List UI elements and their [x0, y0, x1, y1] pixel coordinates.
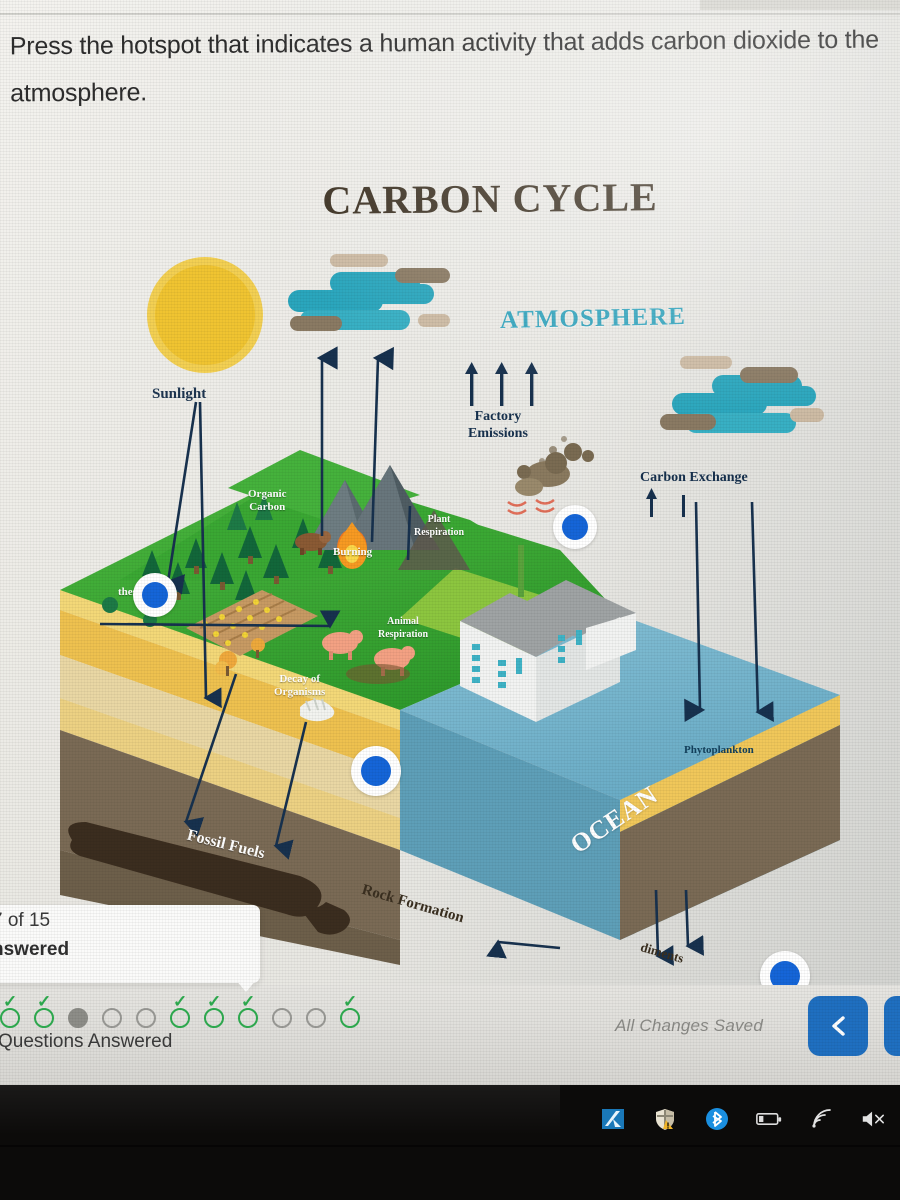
check-icon: ✓: [207, 992, 222, 1011]
label-decay-of-organisms: Decay of Organisms: [274, 673, 325, 699]
progress-dot-circle: [306, 1008, 326, 1028]
sun-icon: [155, 265, 255, 365]
plant-resp-line-1: Plant: [427, 514, 451, 525]
progress-dot-circle: [238, 1008, 258, 1028]
carbon-exchange-arrows: [646, 488, 685, 517]
progress-dot[interactable]: [102, 998, 124, 1028]
factory-line-2: Emissions: [468, 426, 528, 441]
label-phytoplankton: Phytoplankton: [684, 744, 754, 756]
label-atmosphere: ATMOSPHERE: [499, 303, 687, 334]
taskbar-highlight: [0, 1085, 560, 1135]
cloud-right: [660, 356, 824, 433]
decay-line-2: Organisms: [274, 686, 326, 698]
question-prompt: Press the hotspot that indicates a human…: [9, 25, 879, 108]
popover-tail: [235, 979, 257, 992]
progress-dot[interactable]: [136, 998, 158, 1028]
progress-dot[interactable]: ✓: [204, 992, 226, 1028]
progress-dot[interactable]: ✓: [238, 992, 260, 1028]
progress-dot[interactable]: ✓: [170, 992, 192, 1028]
organic-line-1: Organic: [248, 488, 287, 500]
progress-dot[interactable]: ✓: [340, 992, 362, 1028]
volume-muted-icon[interactable]: [860, 1106, 886, 1132]
shield-warning-icon[interactable]: [652, 1106, 678, 1132]
label-carbon-exchange: Carbon Exchange: [640, 470, 748, 485]
label-factory-emissions: Factory Emissions: [468, 408, 528, 442]
carbon-cycle-diagram: CARBON CYCLE ATMOSPHERE Sunlight Carbon …: [0, 150, 900, 1001]
diagram-artwork: [60, 254, 840, 966]
progress-dots: ✓ ✓ ✓ ✓ ✓ ✓: [0, 992, 362, 1031]
decay-line-1: Decay of: [279, 673, 320, 685]
wifi-icon[interactable]: [808, 1106, 834, 1132]
save-status: All Changes Saved: [615, 1016, 763, 1035]
check-icon: ✓: [343, 992, 358, 1011]
battery-low-icon[interactable]: [756, 1106, 782, 1132]
animal-resp-line-2: Respiration: [378, 629, 428, 640]
progress-dot[interactable]: [272, 998, 294, 1028]
question-answered-label: nswered: [0, 939, 70, 960]
check-icon: ✓: [173, 992, 188, 1011]
progress-dot[interactable]: [306, 998, 328, 1028]
photosynthesis-hotspot[interactable]: [133, 573, 177, 617]
organic-line-2: Carbon: [249, 501, 286, 513]
progress-dot-circle: [204, 1008, 224, 1028]
label-sunlight: Sunlight: [152, 386, 207, 402]
next-question-button[interactable]: [884, 996, 900, 1056]
plant-resp-line-2: Respiration: [414, 527, 464, 538]
factory-line-1: Factory: [474, 409, 522, 424]
progress-dot[interactable]: ✓: [34, 992, 56, 1028]
progress-dot-circle: [102, 1008, 122, 1028]
window-chrome-strip: [700, 0, 900, 10]
progress-dot-circle: [0, 1008, 20, 1028]
bluetooth-icon[interactable]: [704, 1106, 730, 1132]
check-icon: ✓: [37, 992, 52, 1011]
questions-answered-label: Questions Answered: [0, 1031, 173, 1052]
progress-dot-circle: [272, 1008, 292, 1028]
taskbar-edge: [0, 1145, 900, 1147]
screen-photo: Press the hotspot that indicates a human…: [0, 0, 900, 1200]
label-burning: Burning: [333, 546, 373, 558]
smoke-plume: [515, 436, 594, 496]
question-counter: 7 of 15: [0, 910, 51, 931]
animal-resp-line-1: Animal: [387, 616, 419, 627]
check-icon: ✓: [241, 992, 256, 1011]
app-icon[interactable]: [600, 1106, 626, 1132]
progress-dot-circle: [136, 1008, 156, 1028]
check-icon: ✓: [3, 992, 18, 1011]
system-tray: [600, 1097, 900, 1141]
label-animal-respiration: Animal Respiration: [378, 615, 428, 641]
progress-dot[interactable]: ✓: [0, 992, 22, 1028]
label-organic-carbon: Organic Carbon: [248, 488, 287, 514]
emission-waves: [507, 498, 555, 515]
factory-emission-arrows: [465, 362, 538, 406]
progress-dot-circle: [340, 1008, 360, 1028]
chevron-left-icon: [832, 1016, 845, 1036]
progress-dot-circle: [34, 1008, 54, 1028]
factory-emissions-hotspot[interactable]: [553, 505, 597, 549]
top-divider: [0, 13, 900, 15]
progress-dot-circle: [68, 1008, 88, 1028]
progress-dot[interactable]: [68, 998, 90, 1028]
previous-question-button[interactable]: [808, 996, 868, 1056]
label-plant-respiration: Plant Respiration: [414, 513, 464, 539]
decay-soil-hotspot[interactable]: [351, 746, 401, 796]
cloud-left: [288, 254, 450, 331]
progress-dot-circle: [170, 1008, 190, 1028]
